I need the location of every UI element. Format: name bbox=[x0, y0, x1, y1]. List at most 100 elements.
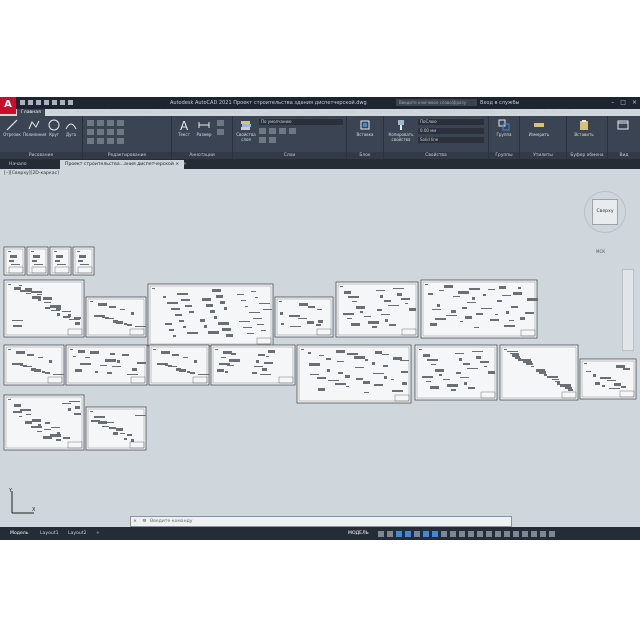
drawing-viewport[interactable]: [–][Сверху][2D-каркас] Сверху МСК Y X bbox=[0, 169, 640, 524]
ribbon-tab[interactable]: Управление bbox=[264, 109, 301, 116]
model-space-toggle[interactable]: МОДЕЛЬ bbox=[348, 529, 369, 538]
wrench-icon[interactable]: ⚙ bbox=[140, 517, 148, 526]
group-button[interactable]: Группа bbox=[491, 119, 517, 137]
ribbon-tab[interactable]: Аннотации bbox=[72, 109, 107, 116]
ribbon-tab[interactable]: Вид bbox=[247, 109, 264, 116]
layer-lock-icon[interactable] bbox=[279, 128, 286, 134]
transparency-icon[interactable] bbox=[450, 530, 456, 537]
block-panel-title[interactable]: Блок bbox=[347, 152, 383, 159]
close-command-icon[interactable]: × bbox=[131, 517, 139, 526]
dimension-button[interactable]: Размер bbox=[194, 119, 214, 137]
view-button[interactable] bbox=[612, 119, 634, 132]
match-properties-button[interactable]: Копировать свойства bbox=[386, 119, 416, 142]
tab-model[interactable]: Модель bbox=[6, 529, 32, 538]
polar-icon[interactable] bbox=[405, 530, 411, 537]
save-as-icon[interactable] bbox=[44, 100, 49, 105]
color-dropdown[interactable]: ПоСлою bbox=[418, 119, 484, 125]
lineweight-icon[interactable] bbox=[441, 530, 447, 537]
grid-icon[interactable] bbox=[378, 530, 384, 537]
annotation-scale-icon[interactable] bbox=[468, 530, 474, 537]
insert-block-button[interactable]: Вставка bbox=[351, 119, 379, 137]
signin-button[interactable]: Вход в службы bbox=[480, 100, 519, 106]
arc-button[interactable]: Дуга bbox=[63, 119, 79, 137]
ribbon-tab[interactable]: Совместная работа bbox=[361, 109, 416, 116]
object-snap-tracking-icon[interactable] bbox=[423, 530, 429, 537]
maximize-icon[interactable]: □ bbox=[620, 99, 626, 106]
new-icon[interactable] bbox=[20, 100, 25, 105]
save-icon[interactable] bbox=[36, 100, 41, 105]
stretch-icon[interactable] bbox=[87, 138, 94, 144]
layer-dropdown[interactable]: По умолчанию bbox=[259, 119, 343, 125]
mirror-icon[interactable] bbox=[97, 129, 104, 135]
command-input[interactable]: Введите команду bbox=[150, 519, 193, 524]
ribbon-tab[interactable]: Визуализация bbox=[204, 109, 246, 116]
trim-icon[interactable] bbox=[107, 120, 114, 126]
selection-cycling-icon[interactable] bbox=[459, 530, 465, 537]
open-icon[interactable] bbox=[28, 100, 33, 105]
lock-ui-icon[interactable] bbox=[513, 530, 519, 537]
workspace-icon[interactable] bbox=[477, 530, 483, 537]
close-icon[interactable]: × bbox=[632, 99, 637, 106]
offset-icon[interactable] bbox=[117, 138, 124, 144]
layer-properties-button[interactable]: Свойства слоя bbox=[235, 119, 257, 142]
ribbon-tab[interactable]: 3D-инструменты bbox=[156, 109, 205, 116]
annotation-panel-title[interactable]: Аннотации bbox=[172, 152, 232, 159]
redo-icon[interactable] bbox=[68, 100, 73, 105]
utilities-panel-title[interactable]: Утилиты bbox=[520, 152, 566, 159]
leader-icon[interactable] bbox=[217, 129, 224, 135]
minimize-icon[interactable]: – bbox=[611, 99, 614, 106]
ribbon-tab[interactable]: Express Tools bbox=[501, 109, 540, 116]
annotation-monitor-icon[interactable] bbox=[486, 530, 492, 537]
tab-drawing[interactable]: Проект строительства...ания диспетчерско… bbox=[60, 160, 185, 169]
ribbon-tab[interactable]: Raster Tools bbox=[540, 109, 576, 116]
search-input[interactable]: Введите ключевое слово/фразу bbox=[396, 99, 477, 106]
customization-icon[interactable] bbox=[549, 530, 555, 537]
ribbon-tab[interactable]: Рекомендованные приложения bbox=[417, 109, 501, 116]
tab-layout1[interactable]: Layout1 bbox=[36, 529, 63, 538]
clipboard-panel-title[interactable]: Буфер обмена bbox=[567, 152, 607, 159]
view-panel-title[interactable]: Вид bbox=[608, 152, 640, 159]
plot-icon[interactable] bbox=[52, 100, 57, 105]
layer-on-icon[interactable] bbox=[259, 128, 266, 134]
quick-properties-icon[interactable] bbox=[504, 530, 510, 537]
text-button[interactable]: A Текст bbox=[175, 119, 193, 137]
modify-panel-title[interactable]: Редактирование bbox=[83, 152, 171, 159]
ribbon-tab[interactable]: Вставка bbox=[45, 109, 72, 116]
fillet-icon[interactable] bbox=[107, 129, 114, 135]
clean-screen-icon[interactable] bbox=[540, 530, 546, 537]
isodraft-icon[interactable] bbox=[414, 530, 420, 537]
ortho-icon[interactable] bbox=[396, 530, 402, 537]
undo-icon[interactable] bbox=[60, 100, 65, 105]
erase-icon[interactable] bbox=[117, 120, 124, 126]
line-button[interactable]: Отрезок bbox=[3, 119, 21, 137]
new-tab-button[interactable]: + bbox=[178, 160, 192, 169]
array-icon[interactable] bbox=[107, 138, 114, 144]
snap-icon[interactable] bbox=[387, 530, 393, 537]
units-icon[interactable] bbox=[495, 530, 501, 537]
app-logo-button[interactable]: A bbox=[0, 97, 16, 114]
match-layer-icon[interactable] bbox=[269, 137, 276, 143]
ribbon-tab[interactable]: Параметризация bbox=[107, 109, 156, 116]
ribbon-tab[interactable]: Вывод bbox=[301, 109, 324, 116]
rotate-icon[interactable] bbox=[97, 120, 104, 126]
explode-icon[interactable] bbox=[117, 129, 124, 135]
ribbon-tab[interactable]: Главная bbox=[17, 109, 45, 116]
add-layout-button[interactable]: + bbox=[92, 529, 104, 538]
isolate-objects-icon[interactable] bbox=[522, 530, 528, 537]
polyline-button[interactable]: Полилиния bbox=[23, 119, 46, 137]
lineweight-dropdown[interactable]: 0.00 мм bbox=[418, 128, 484, 134]
tab-layout2[interactable]: Layout2 bbox=[64, 529, 91, 538]
make-current-icon[interactable] bbox=[259, 137, 266, 143]
copy-icon[interactable] bbox=[87, 129, 94, 135]
hardware-acceleration-icon[interactable] bbox=[531, 530, 537, 537]
draw-panel-title[interactable]: Рисование bbox=[0, 152, 82, 159]
properties-panel-title[interactable]: Свойства bbox=[384, 152, 488, 159]
ribbon-tab[interactable]: Надстройки bbox=[324, 109, 361, 116]
object-snap-icon[interactable] bbox=[432, 530, 438, 537]
command-line[interactable]: × ⚙ Введите команду bbox=[130, 516, 512, 527]
scale-icon[interactable] bbox=[97, 138, 104, 144]
measure-button[interactable]: Измерить bbox=[524, 119, 554, 137]
groups-panel-title[interactable]: Группы bbox=[489, 152, 519, 159]
paste-button[interactable]: Вставить bbox=[571, 119, 597, 137]
layer-freeze-icon[interactable] bbox=[269, 128, 276, 134]
